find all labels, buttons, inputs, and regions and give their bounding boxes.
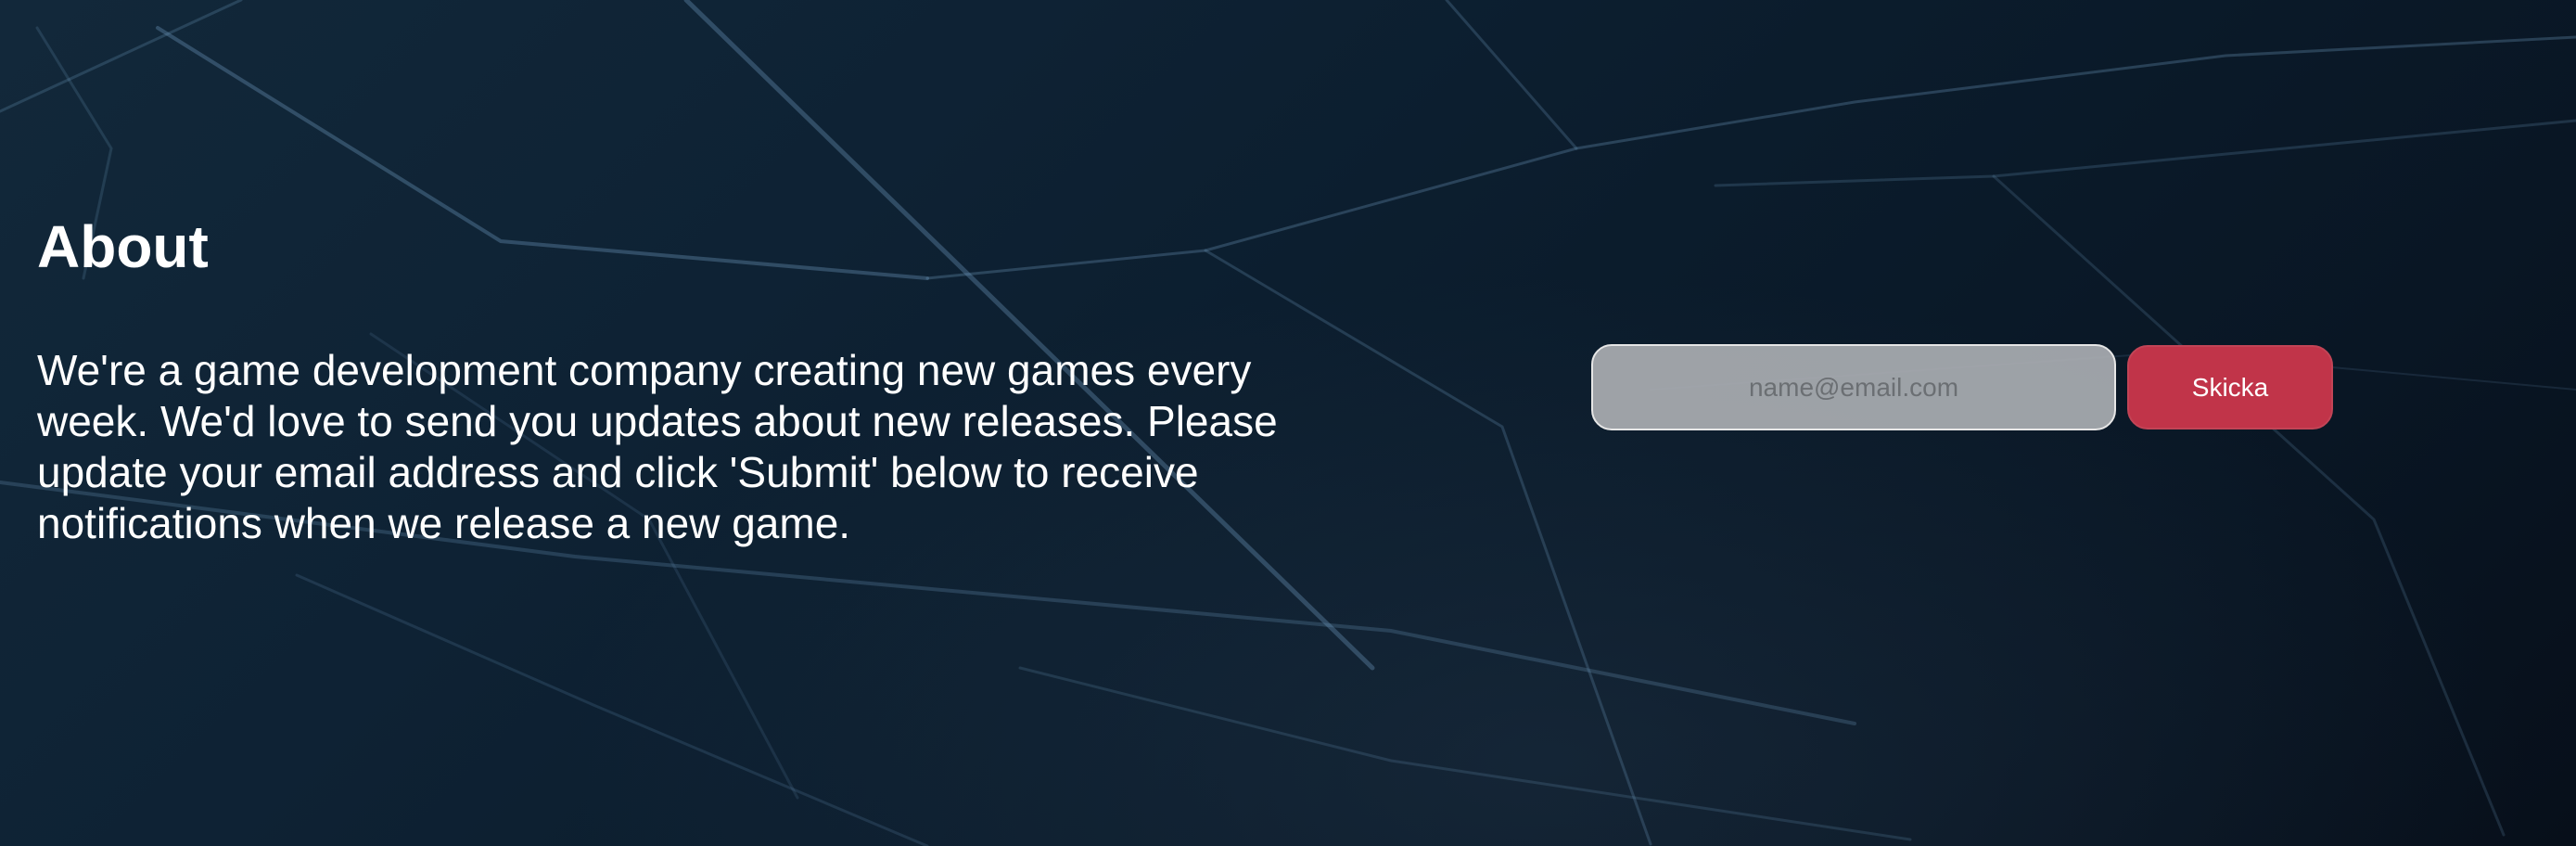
about-description: We're a game development company creatin… <box>37 345 1278 547</box>
about-title: About <box>37 213 209 280</box>
newsletter-signup-form: Skicka <box>1591 344 2333 430</box>
submit-button[interactable]: Skicka <box>2127 345 2333 429</box>
about-section: About We're a game development company c… <box>37 213 1317 549</box>
hero-section: About We're a game development company c… <box>0 0 2576 846</box>
email-field[interactable] <box>1591 344 2116 430</box>
